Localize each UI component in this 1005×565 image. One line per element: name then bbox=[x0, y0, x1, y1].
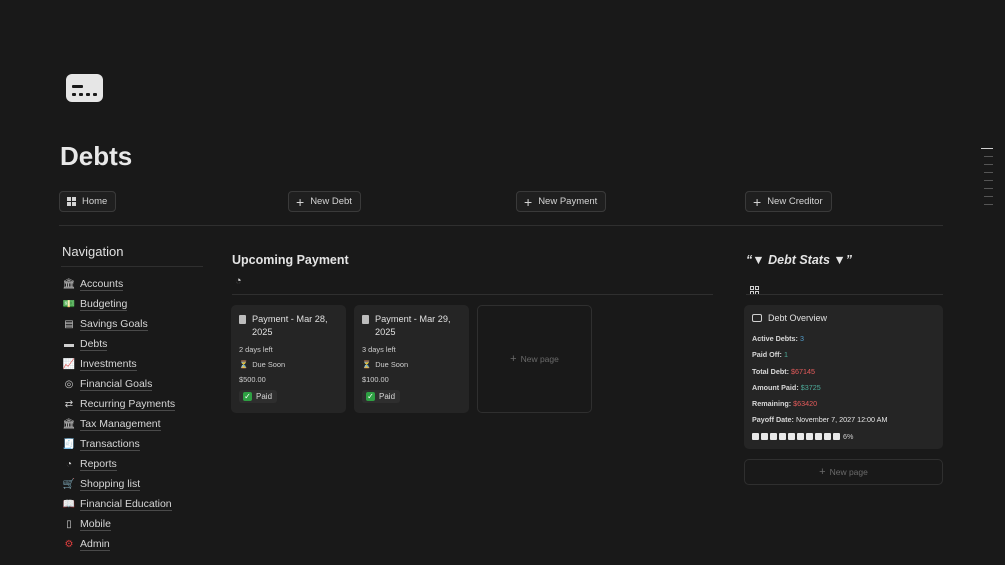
nav-item-investments[interactable]: 📈 Investments bbox=[63, 354, 175, 374]
nav-item-shopping-list[interactable]: 🛒 Shopping list bbox=[63, 474, 175, 494]
receipt-icon bbox=[362, 315, 369, 324]
nav-item-transactions[interactable]: 🧾 Transactions bbox=[63, 434, 175, 454]
credit-card-icon bbox=[66, 74, 103, 102]
gallery-view-icon[interactable]: ◔ bbox=[235, 275, 242, 287]
divider bbox=[232, 294, 713, 295]
new-debt-button[interactable]: + New Debt bbox=[288, 191, 361, 212]
payment-card[interactable]: Payment - Mar 29, 2025 3 days left ⏳ Due … bbox=[354, 305, 469, 413]
book-icon: 📖 bbox=[62, 498, 76, 510]
grid-icon[interactable] bbox=[750, 277, 759, 295]
plus-icon: + bbox=[296, 193, 305, 210]
nav-item-admin[interactable]: ⚙ Admin bbox=[63, 534, 175, 554]
plus-icon: + bbox=[524, 193, 533, 210]
new-creditor-button[interactable]: + New Creditor bbox=[745, 191, 832, 212]
repeat-icon: ⇄ bbox=[64, 398, 74, 410]
check-icon: ✓ bbox=[366, 392, 375, 401]
wallet-icon: ▤ bbox=[64, 318, 74, 330]
navigation-heading: Navigation bbox=[62, 244, 124, 259]
paid-checkbox[interactable]: ✓ Paid bbox=[362, 390, 401, 403]
plus-icon: + bbox=[510, 353, 517, 365]
bank-icon: 🏛 bbox=[62, 418, 76, 430]
navigation-list: 🏛 Accounts 💵 Budgeting ▤ Savings Goals ▬ Deb… bbox=[63, 274, 176, 554]
progress-bar bbox=[752, 433, 840, 441]
nav-item-accounts[interactable]: 🏛 Accounts bbox=[63, 274, 175, 294]
paid-off-row: Paid Off: 1 bbox=[752, 350, 788, 360]
divider bbox=[61, 266, 203, 267]
divider bbox=[59, 225, 943, 226]
progress-row: 6% bbox=[752, 429, 935, 445]
target-icon: ◎ bbox=[64, 378, 74, 390]
receipt-icon: 🧾 bbox=[62, 438, 76, 450]
hourglass-icon: ⏳ bbox=[239, 360, 249, 369]
table-of-contents-minimap[interactable] bbox=[981, 148, 993, 212]
wallet-icon bbox=[752, 314, 762, 322]
money-icon: 💵 bbox=[62, 298, 76, 310]
active-debts-row: Active Debts: 3 bbox=[752, 334, 804, 343]
paid-checkbox[interactable]: ✓ Paid bbox=[239, 390, 278, 403]
check-icon: ✓ bbox=[243, 392, 252, 401]
new-payment-button[interactable]: + New Payment bbox=[516, 191, 607, 212]
plus-icon: + bbox=[819, 466, 826, 478]
upcoming-payment-heading: Upcoming Payment bbox=[232, 253, 349, 267]
days-left: 2 days left bbox=[239, 345, 273, 354]
nav-item-financial-goals[interactable]: ◎ Financial Goals bbox=[63, 374, 175, 394]
payoff-date-row: Payoff Date: November 7, 2027 12:00 AM bbox=[752, 415, 888, 425]
total-debt-row: Total Debt: $67145 bbox=[752, 366, 815, 376]
amount: $100.00 bbox=[362, 375, 389, 384]
chart-icon: 📈 bbox=[62, 358, 76, 370]
nav-item-financial-education[interactable]: 📖 Financial Education bbox=[63, 494, 175, 514]
debt-stats-heading: “▼ Debt Stats ▼” bbox=[746, 253, 853, 267]
gear-icon: ⚙ bbox=[64, 538, 74, 550]
amount-paid-row: Amount Paid: $3725 bbox=[752, 382, 821, 392]
page-title: Debts bbox=[60, 141, 133, 171]
grid-icon bbox=[67, 197, 76, 206]
new-page-card[interactable]: + New page bbox=[477, 305, 592, 413]
remaining-row: Remaining: $63420 bbox=[752, 399, 818, 409]
debt-overview-card[interactable]: Debt Overview Active Debts: 3 Paid Off: … bbox=[744, 305, 943, 449]
payment-card[interactable]: Payment - Mar 28, 2025 2 days left ⏳ Due … bbox=[231, 305, 346, 413]
home-button[interactable]: Home bbox=[59, 191, 117, 212]
nav-item-mobile[interactable]: ▯ Mobile bbox=[63, 514, 175, 534]
new-page-button[interactable]: + New page bbox=[744, 459, 943, 485]
pie-chart-icon: ◔ bbox=[65, 458, 73, 470]
cart-icon: 🛒 bbox=[62, 478, 76, 490]
nav-item-recurring-payments[interactable]: ⇄ Recurring Payments bbox=[63, 394, 176, 414]
receipt-icon bbox=[239, 315, 246, 324]
nav-item-tax-management[interactable]: 🏛 Tax Management bbox=[63, 414, 175, 434]
phone-icon: ▯ bbox=[66, 518, 72, 530]
hourglass-icon: ⏳ bbox=[362, 360, 372, 369]
days-left: 3 days left bbox=[362, 345, 396, 354]
bank-icon: 🏛 bbox=[62, 278, 76, 290]
divider bbox=[746, 294, 943, 295]
plus-icon: + bbox=[753, 193, 762, 210]
nav-item-budgeting[interactable]: 💵 Budgeting bbox=[63, 294, 175, 314]
amount: $500.00 bbox=[239, 375, 266, 384]
nav-item-savings-goals[interactable]: ▤ Savings Goals bbox=[63, 314, 175, 334]
nav-item-reports[interactable]: ◔ Reports bbox=[63, 454, 175, 474]
credit-card-icon: ▬ bbox=[64, 338, 74, 350]
nav-item-debts[interactable]: ▬ Debts bbox=[63, 334, 175, 354]
